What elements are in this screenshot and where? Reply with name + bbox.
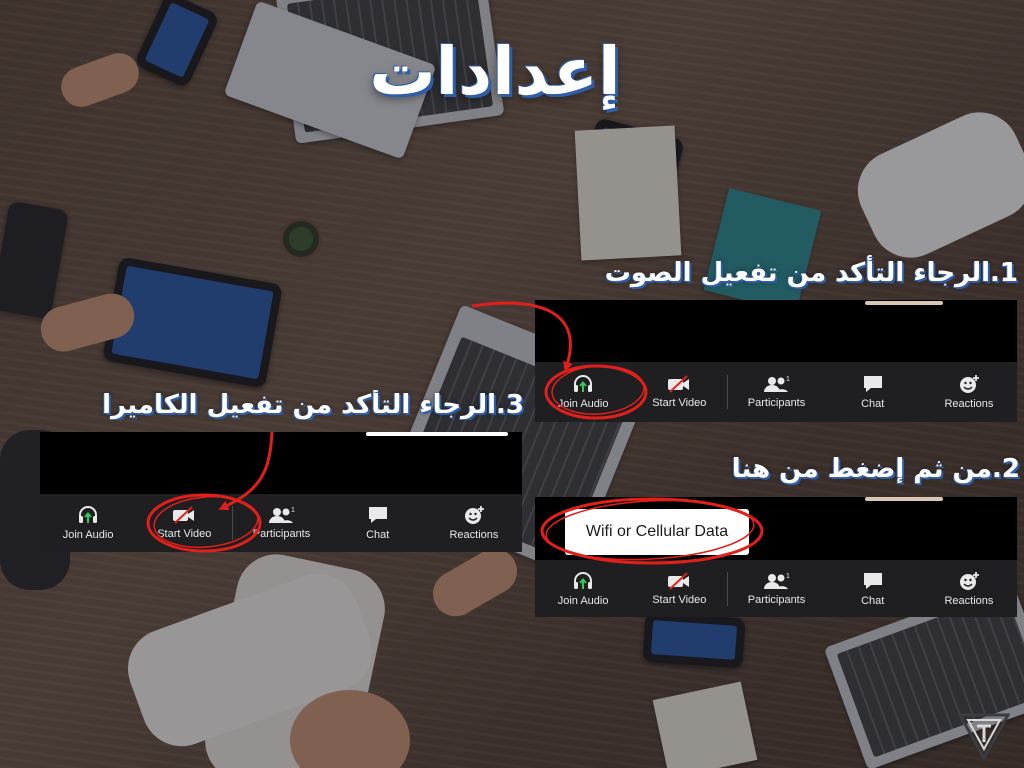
reactions-label: Reactions <box>944 398 994 410</box>
reactions-button[interactable]: Reactions <box>921 571 1017 607</box>
chat-label: Chat <box>861 398 885 410</box>
chat-bubble-icon <box>368 507 387 523</box>
chat-button[interactable]: Chat <box>825 571 921 607</box>
start-video-label: Start Video <box>652 593 707 606</box>
panel-video: Join Audio Start Video 1 Participants Ch… <box>40 432 522 552</box>
chat-button[interactable]: Chat <box>825 374 921 410</box>
smiley-plus-icon <box>464 506 484 524</box>
panel-popup: Wifi or Cellular Data Join Audio Start V <box>535 497 1017 617</box>
chat-bubble-icon <box>863 376 882 392</box>
participants-count: 1 <box>291 507 295 514</box>
join-audio-label: Join Audio <box>62 529 114 541</box>
start-video-label: Start Video <box>157 528 212 540</box>
reactions-label: Reactions <box>944 594 994 607</box>
panel-audio: Join Audio Start Video 1 Participants Ch… <box>535 300 1017 422</box>
step-2-caption: 2.من ثم إضغط من هنا <box>731 454 1020 484</box>
triangle-logo <box>958 713 1010 760</box>
start-video-button[interactable]: Start Video <box>631 571 727 606</box>
participants-count: 1 <box>786 376 790 383</box>
participants-label: Participants <box>252 528 311 540</box>
video-off-icon <box>668 375 690 393</box>
connection-popup[interactable]: Wifi or Cellular Data <box>565 509 749 555</box>
wifi-or-cellular-option[interactable]: Wifi or Cellular Data <box>586 523 728 541</box>
participants-button[interactable]: 1 Participants <box>233 506 329 540</box>
reactions-button[interactable]: Reactions <box>426 505 522 541</box>
chat-label: Chat <box>366 529 390 541</box>
reactions-button[interactable]: Reactions <box>921 374 1017 410</box>
step-1-caption: 1.الرجاء التأكد من تفعيل الصوت <box>604 258 1018 288</box>
participants-button[interactable]: 1 Participants <box>728 572 824 606</box>
page-title: إعدادات <box>369 33 621 110</box>
meeting-toolbar: Join Audio Start Video 1 Participants Ch… <box>535 560 1017 617</box>
video-off-icon <box>173 506 195 524</box>
participants-label: Participants <box>747 593 806 606</box>
chat-button[interactable]: Chat <box>330 505 426 541</box>
step-3-caption: 3.الرجاء التأكد من تفعيل الكاميرا <box>102 390 524 420</box>
participants-icon: 1 <box>268 507 295 523</box>
tutorial-image: إعدادات 1.الرجاء التأكد من تفعيل الصوت 2… <box>0 0 1024 768</box>
headphones-icon <box>574 375 593 392</box>
reactions-label: Reactions <box>449 529 499 541</box>
chat-label: Chat <box>861 594 885 607</box>
join-audio-button[interactable]: Join Audio <box>535 374 631 410</box>
smiley-plus-icon <box>959 375 979 393</box>
participants-button[interactable]: 1 Participants <box>728 375 824 409</box>
meeting-toolbar: Join Audio Start Video 1 Participants Ch… <box>535 362 1017 422</box>
participants-count: 1 <box>786 573 790 580</box>
smiley-plus-icon <box>959 571 979 590</box>
headphones-icon <box>574 571 593 589</box>
participants-icon: 1 <box>763 573 790 589</box>
join-audio-button[interactable]: Join Audio <box>40 505 136 541</box>
join-audio-button[interactable]: Join Audio <box>535 571 631 607</box>
meeting-toolbar: Join Audio Start Video 1 Participants Ch… <box>40 494 522 552</box>
start-video-button[interactable]: Start Video <box>136 506 232 540</box>
headphones-icon <box>79 506 98 523</box>
join-audio-label: Join Audio <box>557 398 609 410</box>
participants-icon: 1 <box>763 376 790 392</box>
participants-label: Participants <box>747 397 806 409</box>
start-video-label: Start Video <box>652 397 707 409</box>
chat-bubble-icon <box>863 572 882 589</box>
video-off-icon <box>668 571 690 590</box>
start-video-button[interactable]: Start Video <box>631 375 727 409</box>
join-audio-label: Join Audio <box>557 594 609 607</box>
